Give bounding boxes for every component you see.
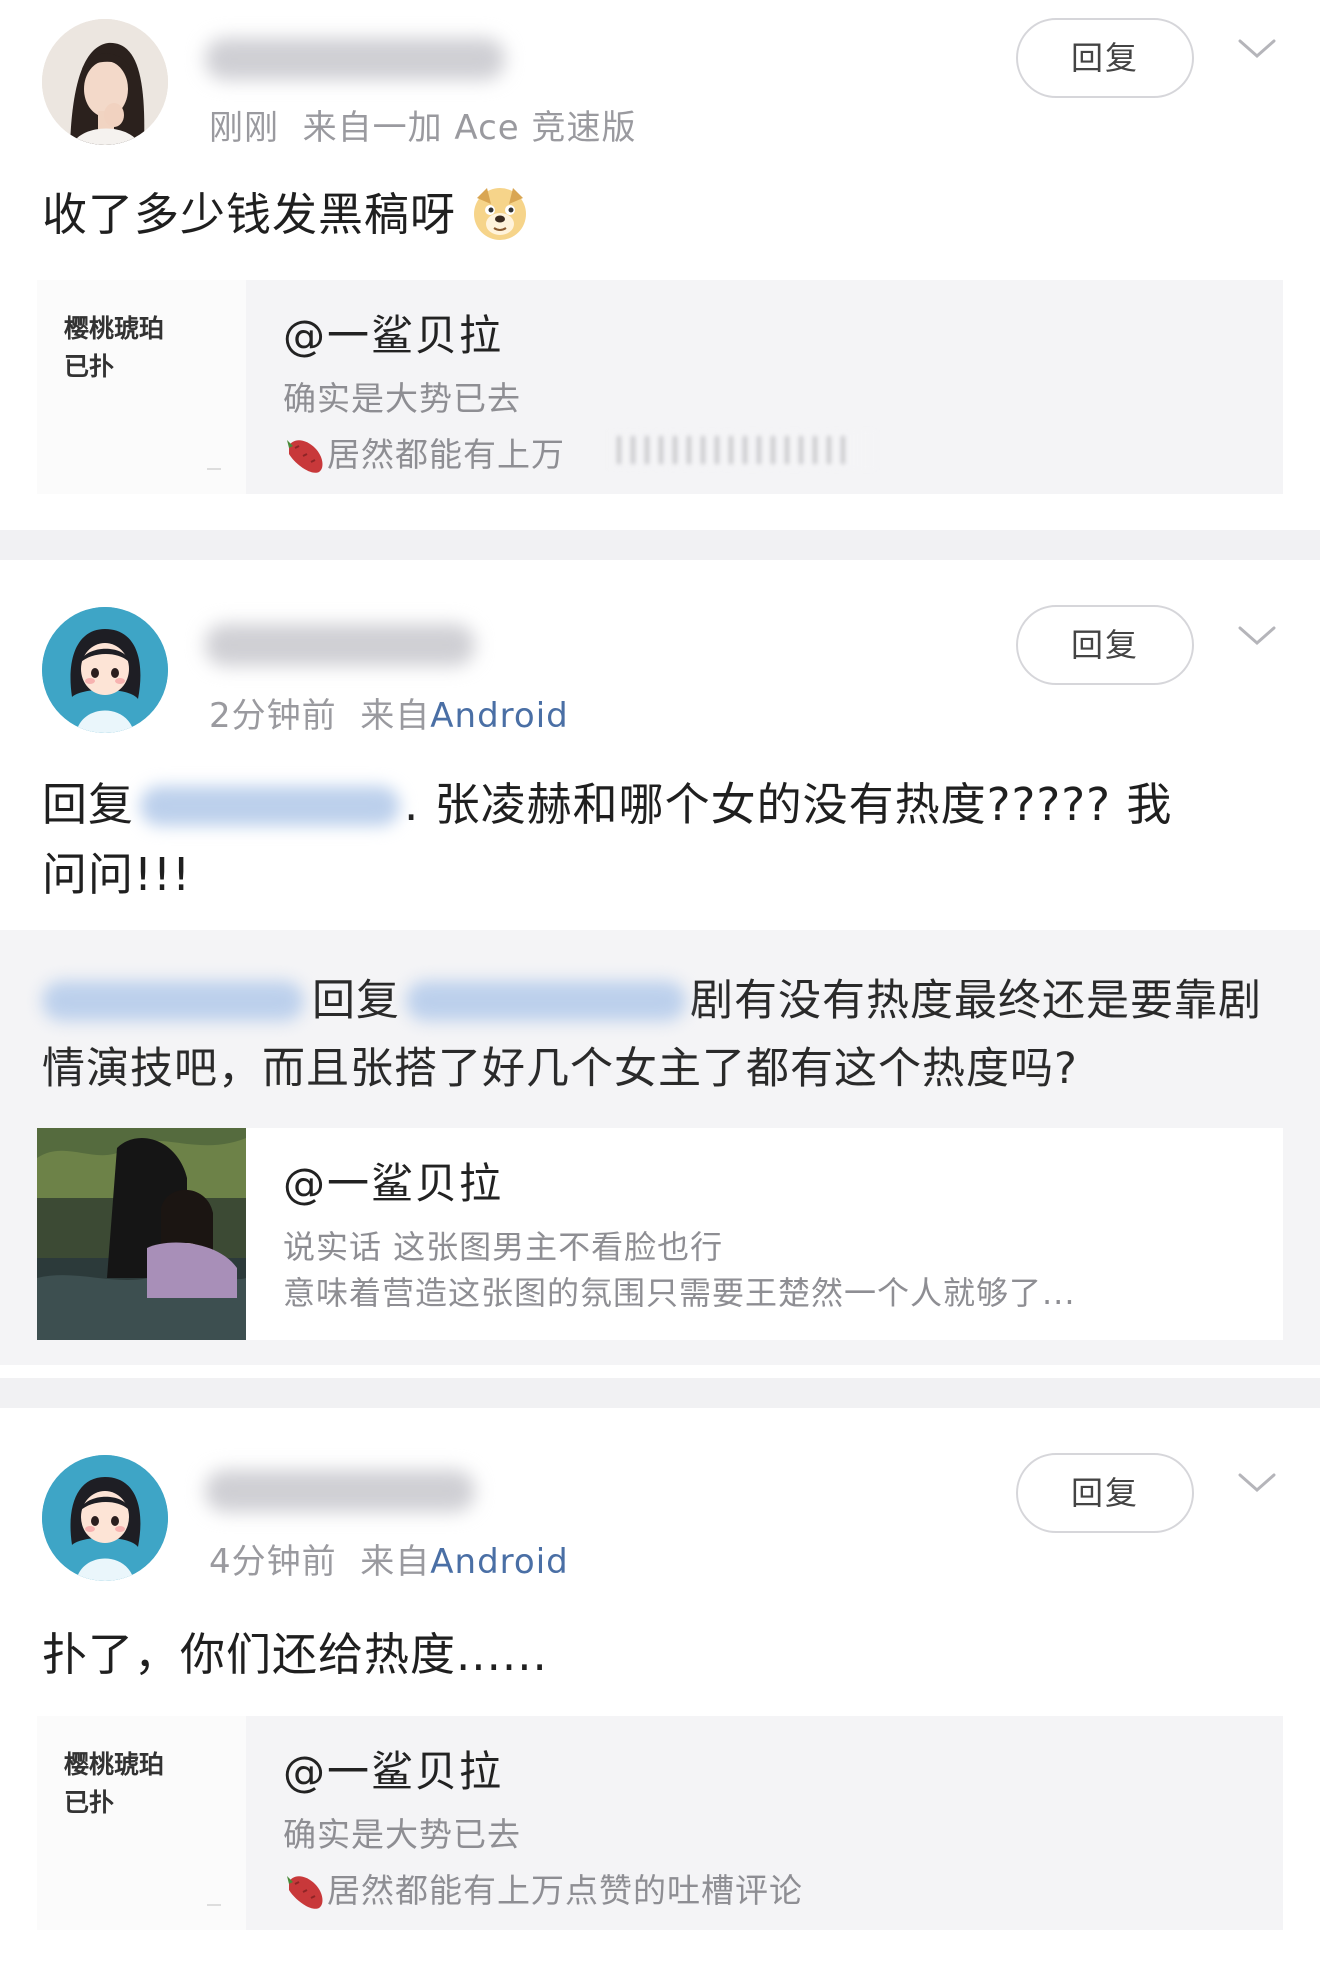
quote-line-2: 居然都能有上万: [283, 428, 565, 476]
comment-time: 4分钟前: [209, 1542, 337, 1582]
quoted-post-card[interactable]: 樱桃琥珀 已扑 @一鲨贝拉 确实是大势已去 居然都能有上万点赞的吐槽评论: [37, 1716, 1283, 1930]
quote-author[interactable]: @一鲨贝拉: [283, 302, 503, 363]
comment-text: 收了多少钱发黑稿呀: [42, 178, 529, 243]
quote-line-1: 确实是大势已去: [283, 1815, 521, 1854]
sub-reply-line-2: 情演技吧，而且张搭了好几个女主了都有这个热度吗?: [42, 1044, 1078, 1094]
section-divider: [0, 530, 1320, 560]
mention-blur: [42, 981, 304, 1021]
device-source[interactable]: Android: [430, 696, 568, 736]
comment-text-body: 收了多少钱发黑稿呀: [42, 188, 457, 241]
doge-emoji-icon: [474, 188, 527, 240]
user-photo-icon: [42, 19, 168, 145]
comment-time: 刚刚: [209, 108, 279, 148]
quote-line-2: 居然都能有上万点赞的吐槽评论: [283, 1864, 803, 1912]
comment-meta: 4分钟前 来自Android: [209, 1534, 569, 1583]
sweet-potato-icon: [287, 1876, 323, 1909]
thumbnail-dash: [207, 1904, 221, 1906]
comment-meta: 2分钟前 来自Android: [209, 688, 569, 737]
quoted-post-card[interactable]: 樱桃琥珀 已扑 @一鲨贝拉 确实是大势已去 居然都能有上万: [37, 280, 1283, 494]
quote-author[interactable]: @一鲨贝拉: [283, 1738, 503, 1799]
source-prefix: 来自: [302, 108, 373, 148]
mention-blur: [140, 786, 401, 826]
photo-couple-in-water-icon: [37, 1128, 246, 1340]
quote-line-2: 意味着营造这张图的氛围只需要王楚然一个人就够了...: [283, 1274, 1076, 1312]
redacted-strokes: [617, 436, 847, 464]
comment-meta: 刚刚 来自一加 Ace 竞速版: [209, 100, 637, 149]
chevron-down-icon[interactable]: [1237, 625, 1277, 647]
mention-redacted[interactable]: [134, 784, 404, 828]
quote-line-2-text: 居然都能有上万点赞的吐槽评论: [327, 1871, 803, 1910]
sub-mention-redacted-2[interactable]: [400, 979, 690, 1023]
chevron-down-icon[interactable]: [1237, 38, 1277, 60]
quote-line-1: 说实话 这张图男主不看脸也行: [283, 1228, 724, 1266]
comment-text-line-1: 回复 . 张凌赫和哪个女的没有热度????? 我: [42, 768, 1172, 833]
reply-button[interactable]: 回复: [1016, 605, 1194, 685]
username-redacted[interactable]: [205, 38, 505, 80]
sub-reply-body-1: 剧有没有热度最终还是要靠剧: [690, 976, 1262, 1026]
reply-button[interactable]: 回复: [1016, 1453, 1194, 1533]
avatar[interactable]: [42, 19, 168, 145]
sweet-potato-icon: [287, 440, 323, 473]
sub-mention-redacted[interactable]: [42, 979, 312, 1023]
reply-button[interactable]: 回复: [1016, 18, 1194, 98]
comment-text-body-1: . 张凌赫和哪个女的没有热度????? 我: [404, 778, 1173, 831]
redacted-fade: [607, 430, 877, 470]
reply-prefix: 回复: [42, 778, 135, 831]
thumbnail-text: 樱桃琥珀 已扑: [64, 1750, 165, 1817]
avatar[interactable]: [42, 607, 168, 733]
device-source: 一加 Ace 竞速版: [372, 108, 637, 148]
comment-time: 2分钟前: [209, 696, 337, 736]
username-redacted[interactable]: [205, 1470, 475, 1512]
username-redacted[interactable]: [205, 624, 475, 666]
comment-text-line-2: 问问!!!: [42, 848, 192, 901]
device-source[interactable]: Android: [430, 1542, 568, 1582]
thumbnail-text: 樱桃琥珀 已扑: [64, 314, 165, 381]
sub-reply-area: 回复 剧有没有热度最终还是要靠剧 情演技吧，而且张搭了好几个女主了都有这个热度吗?…: [0, 930, 1320, 1365]
section-divider: [0, 1378, 1320, 1408]
cartoon-girl-avatar-icon: [42, 607, 168, 733]
quote-photo: [37, 1128, 246, 1340]
source-prefix: 来自: [360, 1542, 431, 1582]
quote-line-1: 确实是大势已去: [283, 379, 521, 418]
comment-text: 扑了，你们还给热度......: [42, 1628, 548, 1681]
quote-author[interactable]: @一鲨贝拉: [283, 1150, 503, 1211]
quote-thumbnail: 樱桃琥珀 已扑: [37, 1716, 246, 1930]
avatar[interactable]: [42, 1455, 168, 1581]
quote-line-2-text: 居然都能有上万: [327, 435, 565, 474]
sub-reply-line-1: 回复 剧有没有热度最终还是要靠剧: [42, 966, 1262, 1028]
source-prefix: 来自: [360, 696, 431, 736]
quoted-post-card[interactable]: @一鲨贝拉 说实话 这张图男主不看脸也行 意味着营造这张图的氛围只需要王楚然一个…: [37, 1128, 1283, 1340]
thumbnail-dash: [207, 468, 221, 470]
quote-thumbnail: 樱桃琥珀 已扑: [37, 280, 246, 494]
cartoon-girl-avatar-icon: [42, 1455, 168, 1581]
chevron-down-icon[interactable]: [1237, 1472, 1277, 1494]
sub-reply-word: 回复: [312, 976, 400, 1026]
mention-blur: [406, 981, 686, 1021]
